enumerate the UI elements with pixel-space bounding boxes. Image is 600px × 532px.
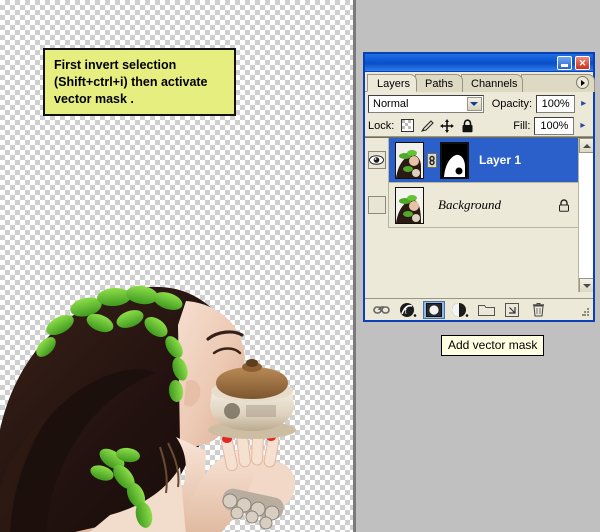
resize-grip-icon[interactable] bbox=[582, 304, 590, 316]
new-group-icon[interactable] bbox=[475, 301, 497, 319]
blend-mode-value: Normal bbox=[373, 97, 409, 110]
blend-mode-select[interactable]: Normal bbox=[368, 94, 484, 113]
table-row[interactable]: Layer 1 bbox=[365, 138, 593, 183]
palette-titlebar[interactable]: ✕ bbox=[365, 54, 593, 72]
fill-input[interactable]: 100% bbox=[534, 116, 575, 135]
minimize-icon bbox=[561, 64, 568, 67]
link-chain-icon[interactable] bbox=[424, 138, 440, 183]
layer-thumbnail[interactable] bbox=[395, 186, 424, 224]
note-line-3: vector mask . bbox=[54, 92, 134, 106]
lock-row: Lock: Fill: 100% ▸ bbox=[365, 115, 593, 137]
layer-visibility-cell[interactable] bbox=[365, 182, 389, 228]
lock-transparent-pixels-icon[interactable] bbox=[399, 118, 415, 133]
layer-name: Layer 1 bbox=[479, 153, 522, 167]
opacity-flyout-icon[interactable]: ▸ bbox=[577, 96, 590, 112]
screenshot-root: First invert selection (Shift+ctrl+i) th… bbox=[0, 0, 600, 532]
padlock-icon bbox=[557, 198, 571, 212]
transparent-canvas[interactable]: First invert selection (Shift+ctrl+i) th… bbox=[0, 0, 356, 532]
layer-name: Background bbox=[438, 197, 502, 212]
tab-paths-label: Paths bbox=[425, 78, 454, 90]
palette-bottom-toolbar: f bbox=[365, 298, 593, 320]
fill-label: Fill: bbox=[513, 119, 531, 132]
layer-thumbnail[interactable] bbox=[395, 141, 424, 179]
blend-mode-row: Normal Opacity: 100% ▸ bbox=[365, 92, 593, 115]
lock-position-icon[interactable] bbox=[439, 118, 455, 133]
svg-text:f: f bbox=[405, 306, 408, 315]
palette-tab-bar: Channels Paths Layers bbox=[365, 72, 595, 92]
lock-image-pixels-icon[interactable] bbox=[419, 118, 435, 133]
tab-channels-label: Channels bbox=[471, 78, 518, 90]
fill-value: 100% bbox=[540, 119, 569, 132]
chevron-up-icon[interactable] bbox=[579, 138, 593, 153]
tab-channels[interactable]: Channels bbox=[461, 74, 523, 92]
triangle-right-icon bbox=[581, 79, 585, 86]
minimize-button[interactable] bbox=[557, 56, 572, 70]
canvas-edge-divider bbox=[353, 0, 356, 532]
note-line-2: (Shift+ctrl+i) then activate bbox=[54, 75, 208, 89]
chevron-down-icon[interactable] bbox=[466, 96, 482, 111]
opacity-value: 100% bbox=[541, 97, 570, 110]
layer-visibility-cell[interactable] bbox=[365, 138, 389, 183]
close-button[interactable]: ✕ bbox=[575, 56, 590, 70]
tooltip: Add vector mask bbox=[441, 335, 545, 356]
add-mask-icon[interactable] bbox=[423, 300, 445, 319]
link-layers-icon[interactable] bbox=[371, 301, 393, 319]
opacity-input[interactable]: 100% bbox=[536, 94, 576, 113]
close-icon: ✕ bbox=[578, 57, 587, 68]
layers-list[interactable]: Layer 1 Background bbox=[365, 137, 593, 292]
tab-layers-label: Layers bbox=[377, 78, 411, 90]
table-row[interactable]: Background bbox=[365, 182, 593, 228]
note-line-1: First invert selection bbox=[54, 58, 177, 72]
layer-style-fx-icon[interactable]: f bbox=[397, 301, 419, 319]
chevron-down-icon[interactable] bbox=[579, 278, 593, 292]
opacity-label: Opacity: bbox=[491, 97, 533, 110]
tab-paths[interactable]: Paths bbox=[415, 74, 463, 92]
layer-mask-thumbnail[interactable] bbox=[440, 141, 469, 179]
eye-icon[interactable] bbox=[367, 151, 386, 169]
eye-off-icon[interactable] bbox=[367, 196, 386, 214]
palette-menu-button[interactable] bbox=[576, 76, 589, 89]
trash-icon[interactable] bbox=[527, 301, 549, 319]
annotation-note: First invert selection (Shift+ctrl+i) th… bbox=[43, 48, 236, 116]
tab-layers[interactable]: Layers bbox=[367, 74, 417, 92]
adjustment-layer-icon[interactable] bbox=[449, 301, 471, 319]
fill-flyout-icon[interactable]: ▸ bbox=[576, 118, 589, 134]
lock-label: Lock: bbox=[368, 119, 395, 132]
lock-all-icon[interactable] bbox=[459, 118, 475, 133]
model-photo bbox=[0, 215, 320, 532]
layers-palette-window: ✕ Channels Paths Layers Normal Opacity: … bbox=[363, 52, 595, 322]
new-layer-icon[interactable] bbox=[501, 301, 523, 319]
layers-scrollbar[interactable] bbox=[578, 138, 593, 292]
